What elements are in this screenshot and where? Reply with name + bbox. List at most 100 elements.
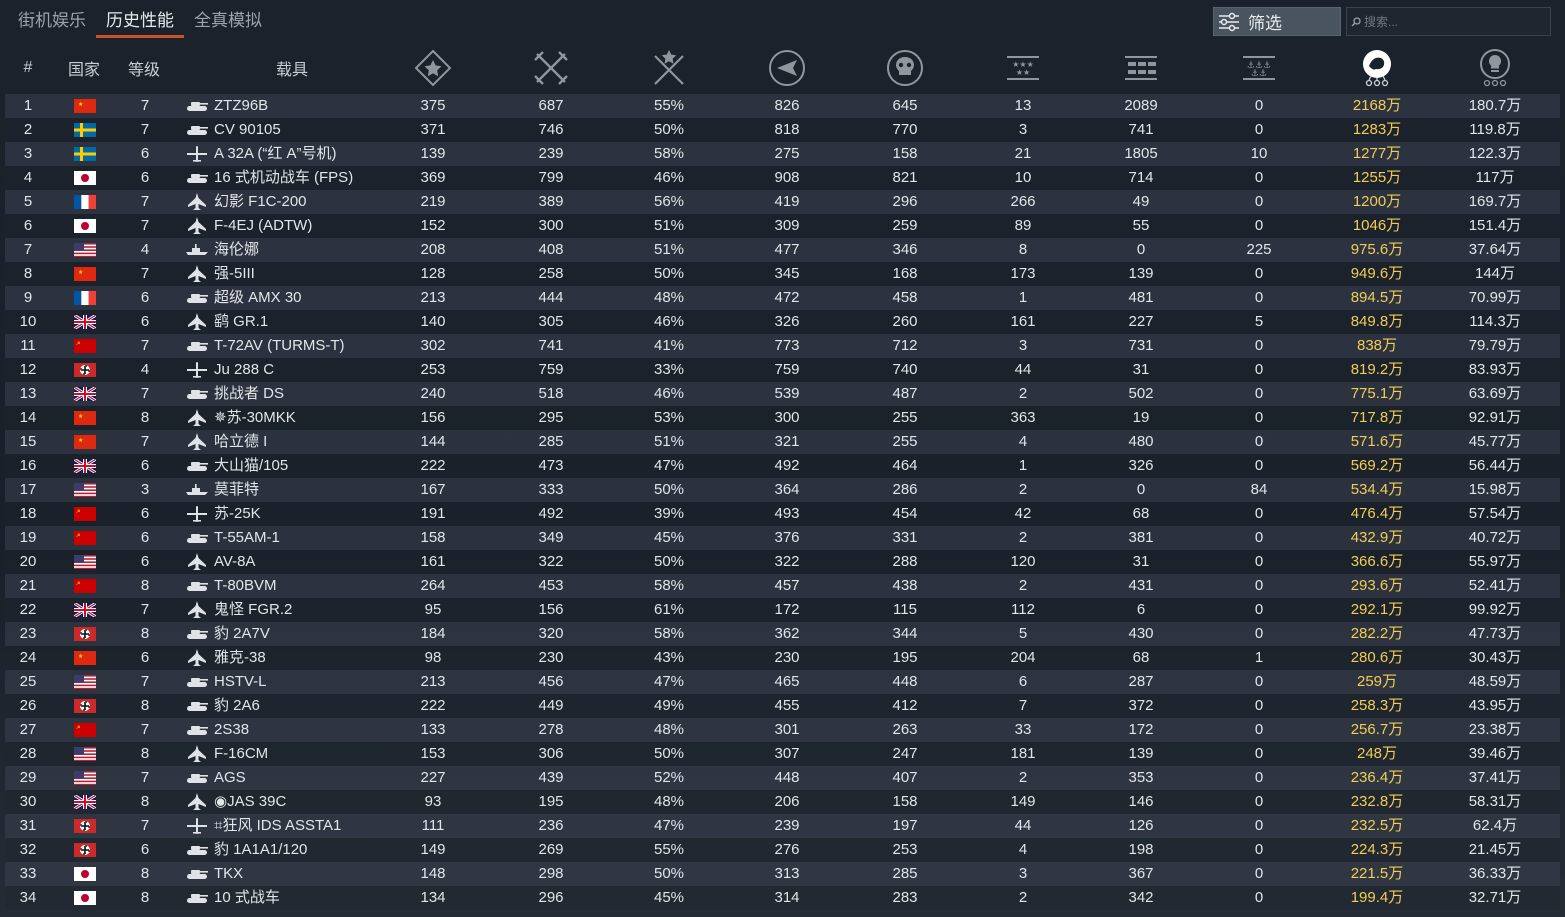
table-row[interactable]: 21 ☭ 8 T-80BVM 264 453 58% 457 438 2 431 0 293.6万 52.… — [5, 574, 1560, 598]
tab-realistic[interactable]: 历史性能 — [96, 8, 184, 38]
research-points-value: 57.54万 — [1468, 505, 1522, 522]
vehicle-name[interactable]: ZTZ96B — [214, 94, 404, 118]
table-row[interactable]: 3 6 A 32A (“红 A”号机) 139 239 58% 275 158 21 1805 10… — [5, 142, 1560, 166]
table-row[interactable]: 14 ★ 8 ✵苏-30MKK 156 295 53% 300 255 363 19 0 717.8万 9… — [5, 406, 1560, 430]
tank-icon — [186, 529, 208, 547]
stat-s3: 50% — [653, 481, 685, 498]
header-vehicle[interactable]: 载具 — [262, 40, 322, 95]
tab-simulator[interactable]: 全真模拟 — [194, 8, 262, 38]
table-row[interactable]: 25 7 HSTV-L 213 456 47% 465 448 6 287 0 259万 48.59万 — [5, 670, 1560, 694]
rank-cell: 9 — [23, 289, 33, 306]
table-row[interactable]: 15 ★ 7 哈立德 I 144 285 51% 321 255 4 480 0 571.6万 45.77… — [5, 430, 1560, 454]
vehicle-name[interactable]: CV 90105 — [214, 118, 404, 142]
table-row[interactable]: 32 6 豹 1A1A1/120 149 269 55% 276 253 4 198 0 224.3万… — [5, 838, 1560, 862]
table-row[interactable]: 24 ★ 6 雅克-38 98 230 43% 230 195 204 68 1 280.6万 30.43… — [5, 646, 1560, 670]
stat-s2: 269 — [538, 841, 564, 858]
vehicle-name[interactable]: AV-8A — [214, 550, 404, 574]
vehicle-name[interactable]: 挑战者 DS — [214, 382, 404, 406]
filter-button[interactable]: 筛选 — [1213, 7, 1341, 36]
research-points-icon[interactable] — [1475, 40, 1515, 95]
table-row[interactable]: 33 8 TKX 148 298 50% 313 285 3 367 0 221.5万 36.33万 — [5, 862, 1560, 886]
vehicle-name[interactable]: A 32A (“红 A”号机) — [214, 142, 404, 166]
ground-kills-icon[interactable] — [767, 40, 807, 95]
table-row[interactable]: 5 7 幻影 F1C-200 219 389 56% 419 296 266 49 0 1200万 16… — [5, 190, 1560, 214]
vehicle-name[interactable]: T-72AV (TURMS-T) — [214, 334, 404, 358]
table-row[interactable]: 8 ★ 7 强-5III 128 258 50% 345 168 173 139 0 949.6万 144… — [5, 262, 1560, 286]
vehicle-name[interactable]: 哈立德 I — [214, 430, 404, 454]
table-row[interactable]: 1 ★ 7 ZTZ96B 375 687 55% 826 645 13 2089 0 2168万 180.… — [5, 94, 1560, 118]
frags-icon[interactable] — [531, 40, 571, 95]
table-row[interactable]: 30 8 ◉JAS 39C 93 195 48% 206 158 149 146 0 232.8万 58… — [5, 790, 1560, 814]
vehicle-name[interactable]: 大山猫/105 — [214, 454, 404, 478]
silver-lions-value: 280.6万 — [1350, 649, 1404, 666]
table-row[interactable]: 19 ☭ 6 T-55AM-1 158 349 45% 376 331 2 381 0 432.9万 40… — [5, 526, 1560, 550]
table-row[interactable]: 20 6 AV-8A 161 322 50% 322 288 120 31 0 366.6万 55.97… — [5, 550, 1560, 574]
table-row[interactable]: 31 7 ⌗狂风 IDS ASSTA1 111 236 47% 239 197 44 126 0 23… — [5, 814, 1560, 838]
vehicle-name[interactable]: 海伦娜 — [214, 238, 404, 262]
stat-s1: 371 — [420, 121, 446, 138]
silver-lions-value: 1255万 — [1352, 169, 1402, 186]
vehicle-name[interactable]: F-4EJ (ADTW) — [214, 214, 404, 238]
vehicle-name[interactable]: T-80BVM — [214, 574, 404, 598]
table-row[interactable]: 6 7 F-4EJ (ADTW) 152 300 51% 309 259 89 55 0 1046万 1… — [5, 214, 1560, 238]
air-kills-icon[interactable]: ★★★ ★★ — [1003, 40, 1043, 95]
vehicle-name[interactable]: 2S38 — [214, 718, 404, 742]
search-box[interactable] — [1346, 7, 1551, 36]
vehicle-name[interactable]: 强-5III — [214, 262, 404, 286]
battles-icon[interactable] — [413, 40, 453, 95]
stat-s2: 408 — [538, 241, 564, 258]
table-row[interactable]: 29 7 AGS 227 439 52% 448 407 2 353 0 236.4万 37.41万 — [5, 766, 1560, 790]
vehicle-name[interactable]: 豹 2A7V — [214, 622, 404, 646]
vehicle-name[interactable]: ✵苏-30MKK — [214, 406, 404, 430]
vehicle-name[interactable]: 豹 1A1A1/120 — [214, 838, 404, 862]
silver-lions-value: 199.4万 — [1350, 889, 1404, 906]
vehicle-name[interactable]: 雅克-38 — [214, 646, 404, 670]
vehicle-name[interactable]: ◉JAS 39C — [214, 790, 404, 814]
vehicle-name[interactable]: HSTV-L — [214, 670, 404, 694]
table-row[interactable]: 9 6 超级 AMX 30 213 444 48% 472 458 1 481 0 894.5万 70.… — [5, 286, 1560, 310]
header-rank[interactable]: # — [8, 40, 48, 95]
search-input[interactable] — [1361, 14, 1544, 29]
tab-arcade[interactable]: 街机娱乐 — [18, 8, 86, 38]
vehicle-name[interactable]: 幻影 F1C-200 — [214, 190, 404, 214]
vehicle-name[interactable]: AGS — [214, 766, 404, 790]
header-country[interactable]: 国家 — [60, 40, 108, 95]
table-row[interactable]: 26 8 豹 2A6 222 449 49% 455 412 7 372 0 258.3万 43.95万 — [5, 694, 1560, 718]
table-row[interactable]: 34 8 10 式战车 134 296 45% 314 283 2 342 0 199.4万 32.71… — [5, 886, 1560, 910]
vehicle-name[interactable]: ⌗狂风 IDS ASSTA1 — [214, 814, 404, 838]
vehicle-name[interactable]: 16 式机动战车 (FPS) — [214, 166, 404, 190]
vehicle-name[interactable]: 苏-25K — [214, 502, 404, 526]
vehicle-name[interactable]: 豹 2A6 — [214, 694, 404, 718]
table-row[interactable]: 23 8 豹 2A7V 184 320 58% 362 344 5 430 0 282.2万 47.73… — [5, 622, 1560, 646]
deaths-icon[interactable] — [885, 40, 925, 95]
table-row[interactable]: 7 4 海伦娜 208 408 51% 477 346 8 0 225 975.6万 37.64万 — [5, 238, 1560, 262]
silver-lions-icon[interactable] — [1357, 40, 1397, 95]
table-row[interactable]: 11 ☭ 7 T-72AV (TURMS-T) 302 741 41% 773 712 3 731 0… — [5, 334, 1560, 358]
ground-targets-icon[interactable] — [1121, 40, 1161, 95]
vehicle-name[interactable]: TKX — [214, 862, 404, 886]
naval-kills-icon[interactable]: ⚓⚓⚓ ⚓⚓ — [1239, 40, 1279, 95]
stat-s1: 222 — [420, 457, 446, 474]
stat-s1: 240 — [420, 385, 446, 402]
table-row[interactable]: 10 6 鹞 GR.1 140 305 46% 326 260 161 227 5 849.8万 114… — [5, 310, 1560, 334]
table-row[interactable]: 12 4 Ju 288 C 253 759 33% 759 740 44 31 0 819.2万 83.… — [5, 358, 1560, 382]
winrate-icon[interactable] — [649, 40, 689, 95]
table-row[interactable]: 16 6 大山猫/105 222 473 47% 492 464 1 326 0 569.2万 56.4… — [5, 454, 1560, 478]
table-row[interactable]: 28 8 F-16CM 153 306 50% 307 247 181 139 0 248万 39.46… — [5, 742, 1560, 766]
vehicle-name[interactable]: T-55AM-1 — [214, 526, 404, 550]
vehicle-name[interactable]: 莫菲特 — [214, 478, 404, 502]
vehicle-name[interactable]: 鹞 GR.1 — [214, 310, 404, 334]
table-row[interactable]: 13 7 挑战者 DS 240 518 46% 539 487 2 502 0 775.1万 63.69… — [5, 382, 1560, 406]
vehicle-name[interactable]: 10 式战车 — [214, 886, 404, 910]
table-row[interactable]: 22 7 鬼怪 FGR.2 95 156 61% 172 115 112 6 0 292.1万 99.9… — [5, 598, 1560, 622]
table-row[interactable]: 27 ☭ 7 2S38 133 278 48% 301 263 33 172 0 256.7万 23.38… — [5, 718, 1560, 742]
table-row[interactable]: 18 ☭ 6 苏-25K 191 492 39% 493 454 42 68 0 476.4万 57.54… — [5, 502, 1560, 526]
vehicle-name[interactable]: 鬼怪 FGR.2 — [214, 598, 404, 622]
header-tier[interactable]: 等级 — [120, 40, 168, 95]
vehicle-name[interactable]: 超级 AMX 30 — [214, 286, 404, 310]
table-row[interactable]: 4 6 16 式机动战车 (FPS) 369 799 46% 908 821 10 714 0 125… — [5, 166, 1560, 190]
vehicle-name[interactable]: F-16CM — [214, 742, 404, 766]
vehicle-name[interactable]: Ju 288 C — [214, 358, 404, 382]
table-row[interactable]: 2 7 CV 90105 371 746 50% 818 770 3 741 0 1283万 119.8… — [5, 118, 1560, 142]
table-row[interactable]: 17 3 莫菲特 167 333 50% 364 286 2 0 84 534.4万 15.98万 — [5, 478, 1560, 502]
